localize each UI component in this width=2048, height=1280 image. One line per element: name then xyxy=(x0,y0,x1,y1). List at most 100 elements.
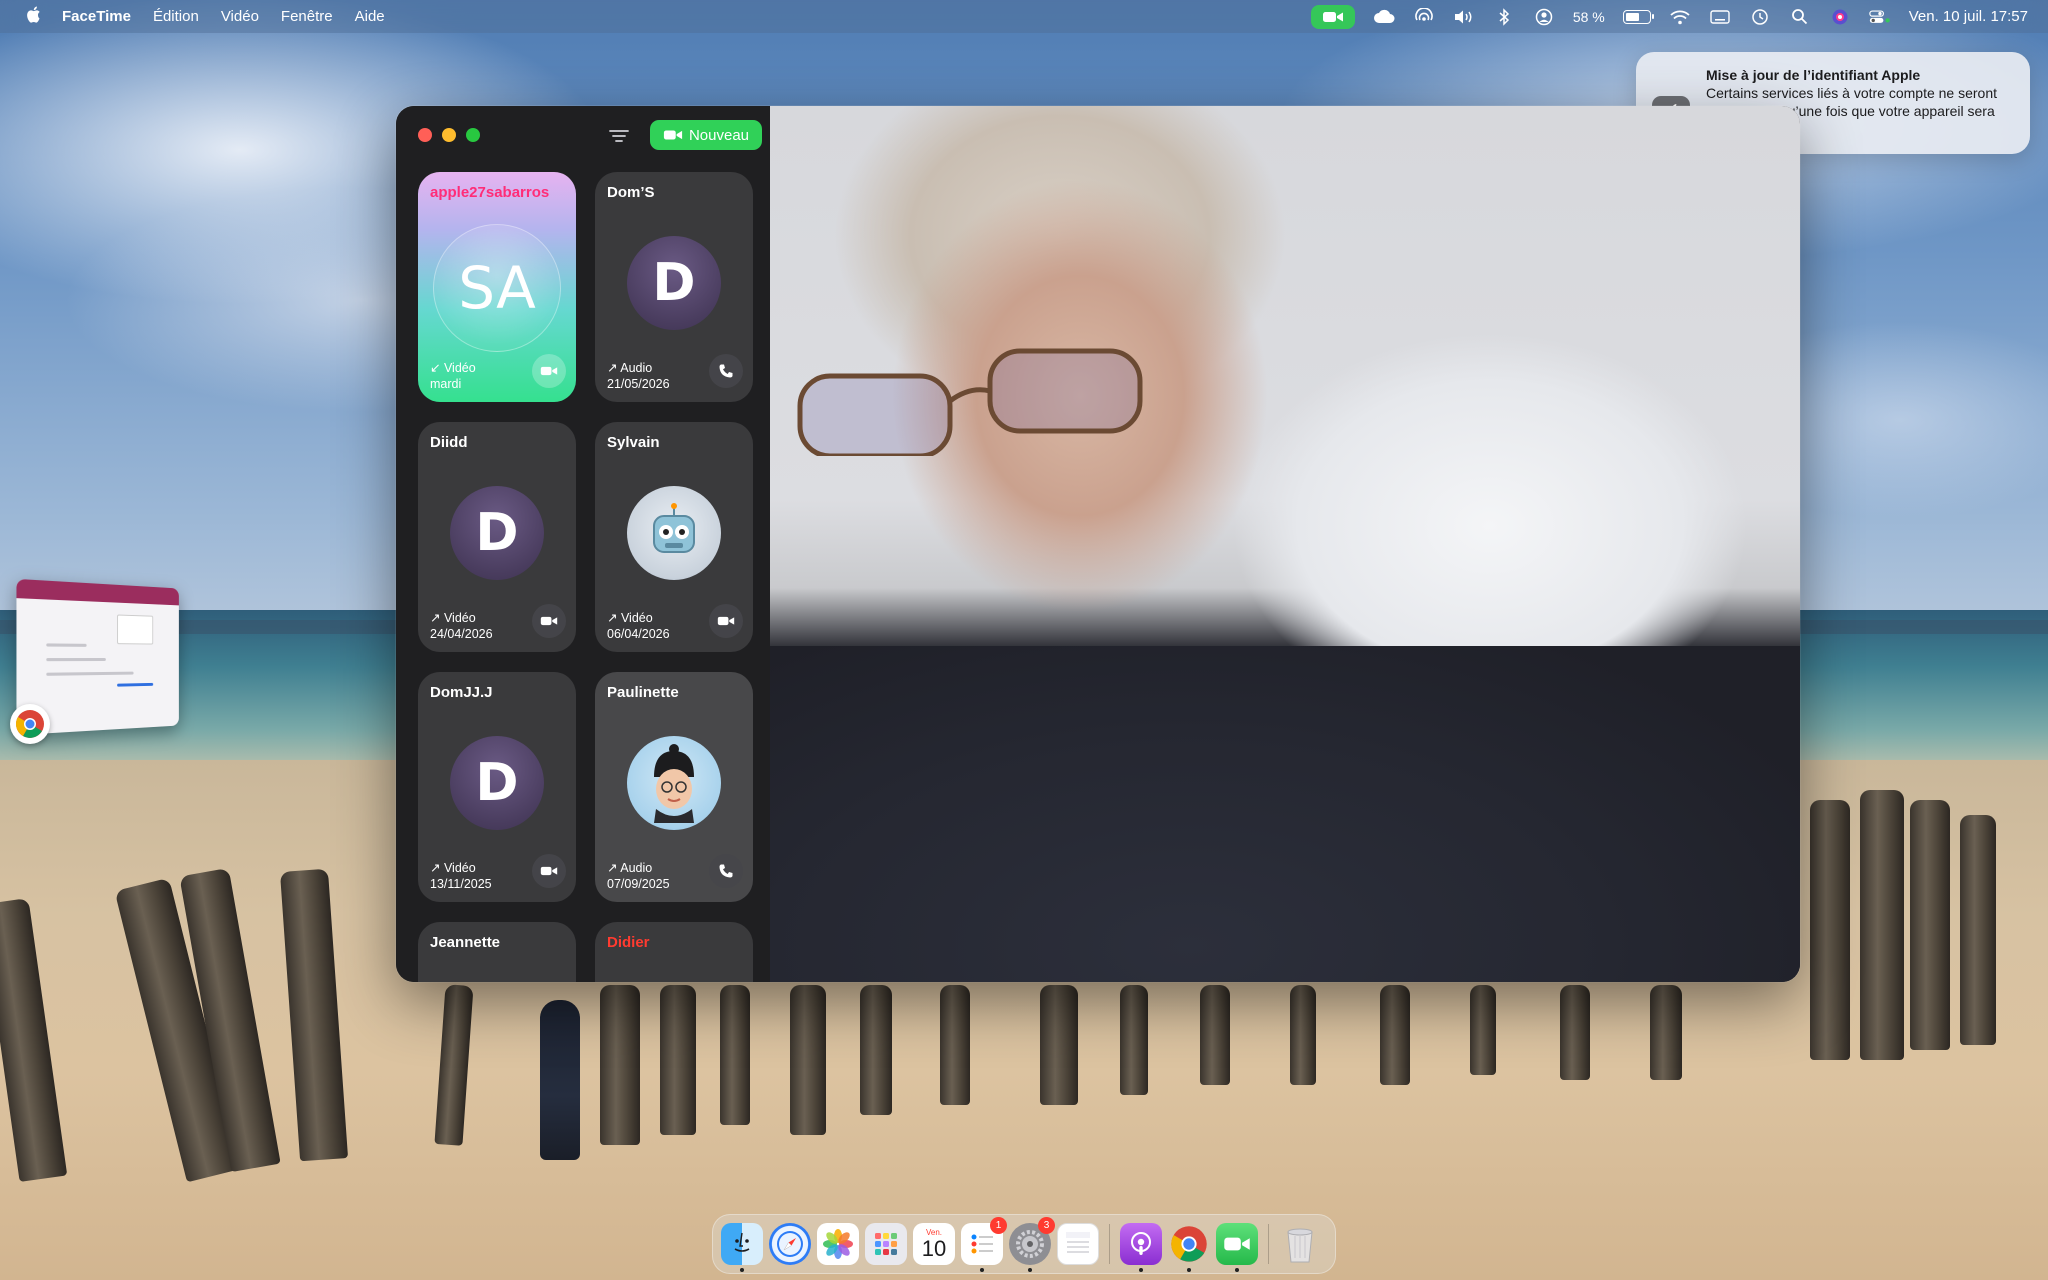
time-machine-icon[interactable] xyxy=(1749,8,1771,26)
phone-icon xyxy=(719,864,733,878)
minimize-window-button[interactable] xyxy=(442,128,456,142)
wallpaper-post xyxy=(1040,985,1078,1105)
menu-bar: FaceTime Édition Vidéo Fenêtre Aide 58 % xyxy=(0,0,2048,33)
battery-percent: 58 % xyxy=(1572,8,1605,25)
wallpaper-post xyxy=(1560,985,1590,1080)
call-info: ↗ Vidéo 13/11/2025 xyxy=(430,860,492,892)
keyboard-icon[interactable] xyxy=(1709,8,1731,26)
contact-card[interactable]: apple27sabarros SA ↙ Vidéo mardi xyxy=(418,172,576,402)
wallpaper-post xyxy=(1960,815,1996,1045)
bluetooth-icon[interactable] xyxy=(1493,7,1515,26)
facetime-window: Nouveau apple27sabarros SA ↙ Vidéo mardi… xyxy=(396,106,1800,982)
call-date: 21/05/2026 xyxy=(607,377,670,391)
calendar-icon[interactable]: Ven. 10 xyxy=(913,1223,955,1265)
new-call-button[interactable]: Nouveau xyxy=(650,120,762,150)
chrome-app-badge-icon[interactable] xyxy=(10,704,50,744)
contact-card[interactable]: Diidd D ↗ Vidéo 24/04/2026 xyxy=(418,422,576,652)
dock: Ven. 10 1 3 xyxy=(712,1214,1336,1274)
call-info: ↗ Vidéo 06/04/2026 xyxy=(607,610,670,642)
menu-app-name[interactable]: FaceTime xyxy=(62,8,131,25)
video-subject-glasses xyxy=(797,348,1143,456)
call-type: ↗ Vidéo xyxy=(430,611,476,625)
wallpaper-post xyxy=(860,985,892,1115)
volume-icon[interactable] xyxy=(1453,8,1475,26)
trash-icon[interactable] xyxy=(1279,1223,1321,1265)
contact-avatar: D xyxy=(450,736,544,830)
call-date: 07/09/2025 xyxy=(607,877,670,891)
notification-title: Mise à jour de l’identifiant Apple xyxy=(1706,67,1921,83)
wallpaper-post xyxy=(600,985,640,1145)
video-call-button[interactable] xyxy=(709,604,743,638)
wallpaper-post xyxy=(1290,985,1316,1085)
contact-card[interactable]: Didier xyxy=(595,922,753,982)
photos-icon[interactable] xyxy=(817,1223,859,1265)
menu-video[interactable]: Vidéo xyxy=(221,8,259,25)
user-account-icon[interactable] xyxy=(1533,8,1555,26)
thumb-line xyxy=(46,671,134,676)
facetime-icon[interactable] xyxy=(1216,1223,1258,1272)
call-type: ↗ Vidéo xyxy=(430,861,476,875)
chrome-icon[interactable] xyxy=(1168,1223,1210,1272)
safari-icon[interactable] xyxy=(769,1223,811,1265)
video-call-button[interactable] xyxy=(532,354,566,388)
menu-help[interactable]: Aide xyxy=(355,8,385,25)
battery-level-fill xyxy=(1625,12,1639,21)
call-date: mardi xyxy=(430,377,462,391)
call-type: ↗ Vidéo xyxy=(607,611,653,625)
finder-icon[interactable] xyxy=(721,1223,763,1272)
battery-icon[interactable] xyxy=(1622,9,1654,24)
wallpaper-post xyxy=(1200,985,1230,1085)
menu-edition[interactable]: Édition xyxy=(153,8,199,25)
control-center-icon[interactable] xyxy=(1868,8,1891,26)
video-call-button[interactable] xyxy=(532,854,566,888)
wallpaper-post xyxy=(1380,985,1410,1085)
spotlight-search-icon[interactable] xyxy=(1789,8,1811,26)
contact-card[interactable]: DomJJ.J D ↗ Vidéo 13/11/2025 xyxy=(418,672,576,902)
robot-memoji-avatar xyxy=(627,486,721,580)
running-indicator xyxy=(740,1268,744,1272)
creative-cloud-icon[interactable] xyxy=(1373,8,1395,26)
video-feed[interactable] xyxy=(770,106,1800,982)
video-call-button[interactable] xyxy=(532,604,566,638)
video-icon xyxy=(540,616,558,626)
dock-separator xyxy=(1109,1224,1110,1264)
video-icon xyxy=(540,866,558,876)
close-window-button[interactable] xyxy=(418,128,432,142)
system-settings-icon[interactable]: 3 xyxy=(1009,1217,1055,1272)
reminders-icon[interactable]: 1 xyxy=(961,1217,1007,1272)
podcasts-icon[interactable] xyxy=(1120,1223,1162,1272)
audio-call-button[interactable] xyxy=(709,854,743,888)
contact-card[interactable]: Jeannette xyxy=(418,922,576,982)
launchpad-icon[interactable] xyxy=(865,1223,907,1265)
contact-name: apple27sabarros xyxy=(430,184,550,201)
video-camera-icon xyxy=(663,130,683,140)
wifi-icon[interactable] xyxy=(1669,8,1691,26)
notification-badge: 1 xyxy=(990,1217,1007,1234)
menubar-clock[interactable]: Ven. 10 juil. 17:57 xyxy=(1909,8,2028,25)
contact-card[interactable]: Paulinette ↗ Audio 07/09/2025 xyxy=(595,672,753,902)
phone-icon xyxy=(719,364,733,378)
contact-name: Dom’S xyxy=(607,184,655,201)
filter-icon[interactable] xyxy=(608,126,630,146)
fullscreen-window-button[interactable] xyxy=(466,128,480,142)
facetime-status-icon[interactable] xyxy=(1310,4,1355,29)
audio-call-button[interactable] xyxy=(709,354,743,388)
contact-avatar: D xyxy=(450,486,544,580)
dock-separator xyxy=(1268,1224,1269,1264)
notes-icon[interactable] xyxy=(1057,1223,1099,1265)
apple-menu-icon[interactable] xyxy=(22,5,44,29)
contact-card[interactable]: Sylvain ↗ Vidéo 06/04/2026 xyxy=(595,422,753,652)
contact-avatar: D xyxy=(627,236,721,330)
memoji-avatar xyxy=(627,736,721,830)
call-date: 13/11/2025 xyxy=(430,877,492,891)
running-indicator xyxy=(980,1268,984,1272)
menu-window[interactable]: Fenêtre xyxy=(281,8,333,25)
siri-icon[interactable] xyxy=(1829,8,1851,26)
contact-card[interactable]: Dom’S D ↗ Audio 21/05/2026 xyxy=(595,172,753,402)
call-info: ↗ Audio 21/05/2026 xyxy=(607,360,670,392)
wallpaper-post xyxy=(1860,790,1904,1060)
airdrop-icon[interactable] xyxy=(1413,7,1435,26)
call-date: 24/04/2026 xyxy=(430,627,493,641)
wallpaper-post xyxy=(660,985,696,1135)
notification-badge: 3 xyxy=(1038,1217,1055,1234)
